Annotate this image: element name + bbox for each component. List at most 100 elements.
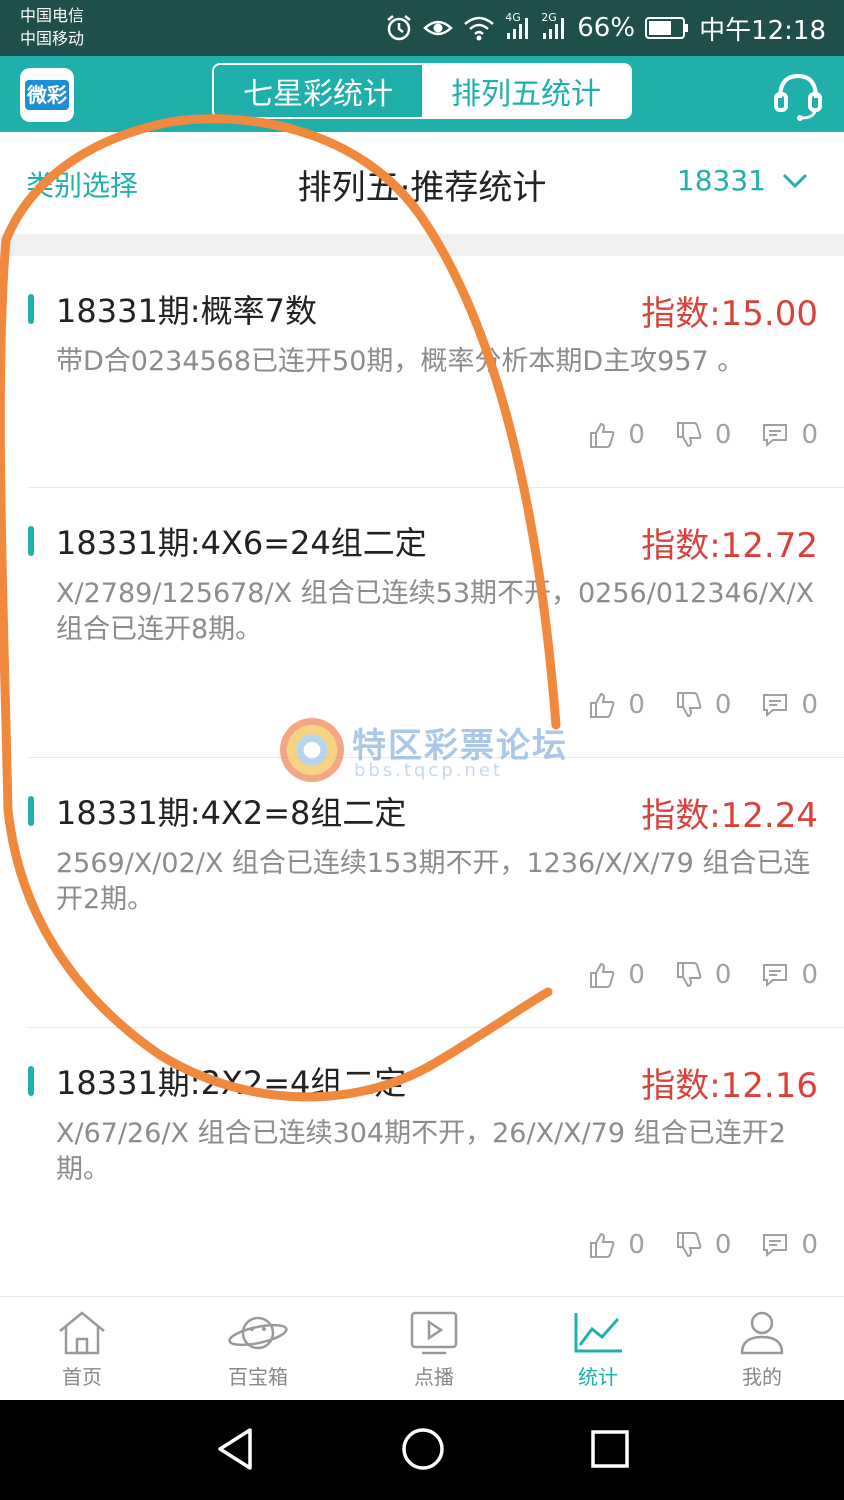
net-type-1: 4G	[505, 11, 521, 24]
wifi-icon	[464, 16, 495, 41]
dislike-button[interactable]: 0	[675, 420, 732, 450]
like-button[interactable]: 0	[588, 420, 645, 450]
card-index: 指数:15.00	[641, 294, 818, 334]
recommendation-card[interactable]: 18331期:概率7数 指数:15.00 带D合0234568已连开50期，概率…	[0, 256, 844, 488]
bottom-nav: 首页 百宝箱 点播 统计 我的	[0, 1296, 844, 1401]
like-count: 0	[628, 420, 645, 450]
comment-icon	[763, 1234, 788, 1258]
card-index: 指数:12.24	[641, 796, 818, 836]
thumbs-down-icon	[676, 692, 702, 718]
comment-button[interactable]: 0	[761, 420, 818, 450]
thumbs-up-icon	[590, 962, 615, 988]
status-bar: 中国电信 中国移动 4G 2G 66% 中午12:18	[0, 0, 844, 56]
comment-button[interactable]: 0	[761, 690, 818, 720]
title-accent	[28, 526, 34, 556]
nav-label: 百宝箱	[228, 1365, 288, 1389]
battery-percent: 66%	[577, 13, 636, 43]
thumbs-down-icon	[676, 962, 702, 988]
comment-count: 0	[801, 1230, 818, 1260]
recent-apps-icon[interactable]	[590, 1426, 630, 1472]
title-accent	[28, 796, 34, 826]
lottery-tab-switch: 七星彩统计 排列五统计	[212, 63, 632, 119]
dislike-button[interactable]: 0	[675, 960, 731, 990]
dislike-count: 0	[714, 690, 732, 720]
recommendation-card[interactable]: 18331期:4X2=8组二定 指数:12.24 2569/X/02/X 组合已…	[0, 758, 844, 1028]
nav-home[interactable]: 首页	[22, 1309, 142, 1390]
signal-2: 2G	[541, 11, 567, 41]
comment-button[interactable]: 0	[761, 1230, 818, 1260]
title-accent	[28, 1066, 34, 1096]
chevron-down-icon	[782, 173, 808, 188]
nav-profile[interactable]: 我的	[702, 1309, 822, 1390]
thumbs-down-icon	[676, 422, 702, 448]
card-index: 指数:12.72	[641, 526, 818, 566]
headset-icon[interactable]	[770, 66, 826, 122]
nav-label: 点播	[414, 1365, 454, 1389]
thumbs-up-icon	[590, 692, 615, 718]
like-button[interactable]: 0	[588, 690, 645, 720]
tab-pailiewu[interactable]: 排列五统计	[422, 65, 630, 117]
card-title: 18331期:4X2=8组二定	[56, 794, 407, 832]
card-actions: 0 0 0	[588, 960, 818, 990]
dislike-count: 0	[714, 420, 732, 450]
nav-stats[interactable]: 统计	[538, 1309, 658, 1390]
like-count: 0	[628, 1230, 645, 1260]
card-index: 指数:12.16	[641, 1066, 818, 1106]
logo-text: 微彩	[25, 80, 69, 110]
recommendation-card[interactable]: 18331期:2X2=4组二定 指数:12.16 X/67/26/X 组合已连续…	[0, 1028, 844, 1296]
app-logo[interactable]: 微彩	[20, 68, 74, 122]
thumbs-up-icon	[590, 422, 615, 448]
battery-icon	[645, 17, 689, 39]
planet-icon	[228, 1316, 288, 1350]
issue-number: 18331	[676, 164, 766, 197]
eye-icon	[423, 20, 454, 36]
thumbs-up-icon	[590, 1232, 615, 1258]
comment-icon	[763, 964, 788, 988]
dislike-button[interactable]: 0	[675, 690, 732, 720]
like-button[interactable]: 0	[588, 1230, 645, 1260]
card-actions: 0 0 0	[588, 690, 818, 720]
chart-icon	[574, 1313, 622, 1353]
carrier-1: 中国电信	[20, 6, 85, 25]
nav-video[interactable]: 点播	[374, 1309, 494, 1390]
signal-1: 4G	[505, 11, 531, 41]
card-title: 18331期:4X6=24组二定	[56, 524, 427, 562]
watermark: 特区彩票论坛 bbs.tqcp.net	[280, 716, 580, 786]
card-actions: 0 0 0	[588, 420, 818, 450]
home-circle-icon[interactable]	[400, 1426, 446, 1472]
title-accent	[28, 294, 34, 324]
card-description: 2569/X/02/X 组合已连续153期不开，1236/X/X/79 组合已连…	[56, 848, 811, 915]
issue-dropdown[interactable]: 18331	[677, 164, 808, 197]
comment-icon	[763, 694, 788, 718]
tab-qixingcai[interactable]: 七星彩统计	[214, 65, 422, 117]
sub-header: 类别选择 排列五·推荐统计 18331	[0, 132, 844, 234]
home-icon	[59, 1311, 105, 1355]
dislike-count: 0	[714, 1230, 732, 1260]
nav-label: 首页	[62, 1365, 102, 1389]
card-title: 18331期:概率7数	[56, 292, 317, 330]
watermark-url: bbs.tqcp.net	[354, 760, 504, 781]
clock: 中午12:18	[699, 15, 826, 46]
nav-toolbox[interactable]: 百宝箱	[198, 1309, 318, 1390]
carrier-2: 中国移动	[20, 29, 85, 48]
card-description: X/2789/125678/X 组合已连续53期不开，0256/012346/X…	[56, 578, 815, 645]
app-header: 微彩 七星彩统计 排列五统计	[0, 56, 844, 132]
status-icons: 4G 2G 66% 中午12:18	[385, 10, 826, 46]
dislike-button[interactable]: 0	[675, 1230, 732, 1260]
card-actions: 0 0 0	[588, 1230, 818, 1260]
card-title: 18331期:2X2=4组二定	[56, 1064, 407, 1102]
nav-label: 统计	[578, 1365, 618, 1389]
comment-button[interactable]: 0	[761, 960, 818, 990]
card-description: 带D合0234568已连开50期，概率分析本期D主攻957 。	[56, 346, 745, 377]
comment-count: 0	[801, 690, 818, 720]
comment-count: 0	[801, 420, 818, 450]
thumbs-down-icon	[676, 1232, 702, 1258]
system-nav-bar	[0, 1400, 844, 1500]
like-count: 0	[628, 690, 645, 720]
section-divider	[0, 234, 844, 256]
like-count: 0	[628, 960, 645, 990]
back-icon[interactable]	[214, 1426, 256, 1472]
like-button[interactable]: 0	[588, 960, 645, 990]
comment-count: 0	[801, 960, 818, 990]
user-icon	[740, 1311, 784, 1355]
